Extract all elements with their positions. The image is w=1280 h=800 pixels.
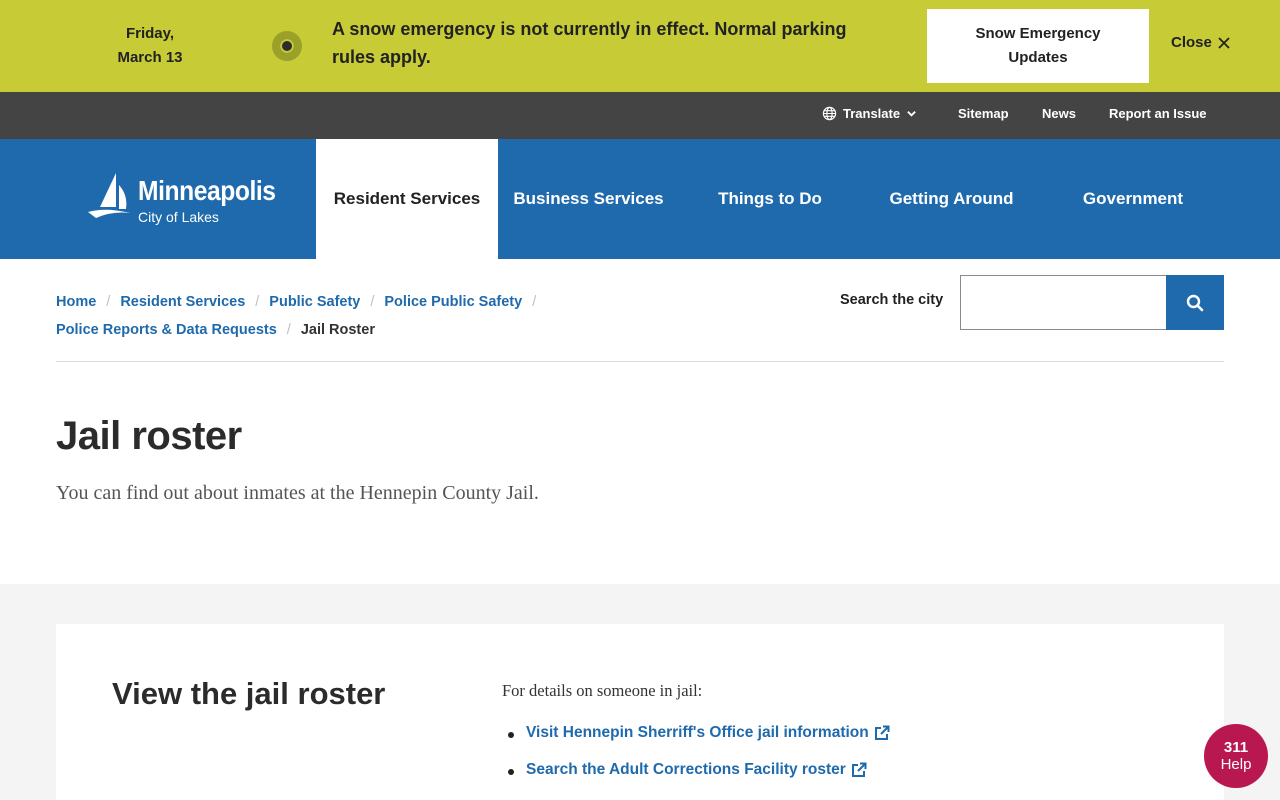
- sitemap-link[interactable]: Sitemap: [958, 106, 1009, 121]
- nav-things-to-do[interactable]: Things to Do: [679, 139, 861, 259]
- header-divider: [56, 361, 1224, 362]
- snow-emergency-updates-button[interactable]: Snow Emergency Updates: [927, 9, 1149, 83]
- logo-name: Minneapolis: [138, 175, 276, 206]
- globe-icon: [822, 106, 837, 121]
- alert-date-day: March 13: [117, 49, 183, 66]
- search-label: Search the city: [840, 292, 944, 308]
- alert-close-label: Close: [1171, 34, 1212, 51]
- breadcrumb-police-public-safety[interactable]: Police Public Safety: [384, 294, 522, 310]
- search-icon: [1186, 294, 1204, 311]
- breadcrumb-public-safety[interactable]: Public Safety: [269, 294, 360, 310]
- breadcrumb-current: Jail Roster: [300, 322, 375, 338]
- nav-business-services[interactable]: Business Services: [498, 139, 679, 259]
- chevron-down-icon: [907, 111, 916, 117]
- nav-government[interactable]: Government: [1042, 139, 1224, 259]
- list-item: Search the Adult Corrections Facility ro…: [502, 761, 890, 798]
- alert-message: A snow emergency is not currently in eff…: [332, 19, 847, 67]
- breadcrumb-home[interactable]: Home: [56, 294, 96, 310]
- search-input[interactable]: [960, 275, 1167, 330]
- close-icon: [1218, 36, 1230, 49]
- main-navigation: Minneapolis City of Lakes Resident Servi…: [0, 139, 1280, 259]
- logo-tagline: City of Lakes: [138, 209, 219, 225]
- snow-emergency-alert: Friday, March 13 A snow emergency is not…: [0, 0, 1280, 92]
- page-lede: You can find out about inmates at the He…: [56, 482, 539, 504]
- breadcrumb-separator: /: [255, 294, 260, 310]
- breadcrumb-separator: /: [106, 294, 111, 310]
- report-issue-link[interactable]: Report an Issue: [1109, 106, 1207, 121]
- nav-resident-services[interactable]: Resident Services: [316, 139, 498, 259]
- jail-roster-card: View the jail roster For details on some…: [56, 624, 1224, 800]
- alert-close-button[interactable]: Close: [1171, 34, 1230, 51]
- external-link-icon: [874, 725, 890, 740]
- help-label: Help: [1220, 756, 1252, 773]
- alert-date-weekday: Friday,: [125, 25, 175, 42]
- breadcrumb-separator: /: [370, 294, 375, 310]
- adult-corrections-roster-link[interactable]: Search the Adult Corrections Facility ro…: [526, 761, 846, 779]
- utility-bar: Translate Sitemap News Report an Issue: [0, 92, 1280, 139]
- translate-label: Translate: [843, 106, 901, 121]
- search-button[interactable]: [1166, 275, 1224, 330]
- card-intro: For details on someone in jail:: [502, 681, 703, 700]
- page-title: Jail roster: [56, 414, 242, 458]
- card-link-list: Visit Hennepin Sherriff's Office jail in…: [502, 724, 890, 798]
- alert-date: Friday, March 13: [100, 22, 200, 70]
- status-indicator-icon: [272, 31, 302, 61]
- hennepin-sheriff-link[interactable]: Visit Hennepin Sherriff's Office jail in…: [526, 724, 869, 742]
- minneapolis-logo[interactable]: Minneapolis City of Lakes: [86, 169, 286, 231]
- breadcrumb-separator: /: [286, 322, 291, 338]
- card-title: View the jail roster: [112, 676, 386, 711]
- help-number: 311: [1223, 739, 1249, 756]
- breadcrumb-resident-services[interactable]: Resident Services: [120, 294, 245, 310]
- breadcrumb: Home / Resident Services / Public Safety / Pol…: [56, 288, 616, 344]
- nav-getting-around[interactable]: Getting Around: [861, 139, 1042, 259]
- list-item: Visit Hennepin Sherriff's Office jail in…: [502, 724, 890, 761]
- 311-help-button[interactable]: 311 Help: [1204, 724, 1268, 788]
- external-link-icon: [851, 762, 867, 777]
- sailboat-logo-icon: [88, 173, 130, 218]
- breadcrumb-separator: /: [532, 294, 537, 310]
- breadcrumb-police-reports[interactable]: Police Reports & Data Requests: [56, 322, 277, 338]
- news-link[interactable]: News: [1042, 106, 1076, 121]
- translate-dropdown[interactable]: Translate: [822, 106, 917, 121]
